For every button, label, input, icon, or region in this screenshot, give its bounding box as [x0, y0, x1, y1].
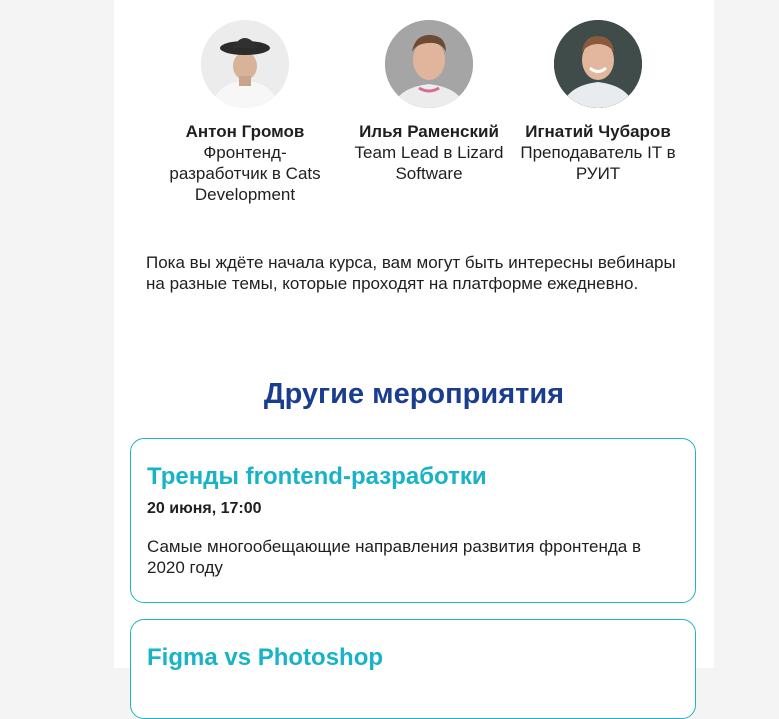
speaker-role: Фронтенд-разработчик в Cats Development	[169, 143, 321, 204]
person-avatar	[385, 20, 473, 108]
person-in-hat-avatar	[201, 20, 289, 108]
speaker-role: Team Lead в Lizard Software	[354, 143, 504, 183]
speaker-role: Преподаватель IT в РУИТ	[520, 143, 676, 183]
speaker-card: Илья Раменский Team Lead в Lizard Softwa…	[339, 20, 519, 184]
intro-text: Пока вы ждёте начала курса, вам могут бы…	[146, 253, 676, 293]
event-description: Самые многообещающие направления развити…	[147, 537, 642, 577]
event-card[interactable]: Figma vs Photoshop	[130, 619, 696, 719]
speaker-name: Игнатий Чубаров	[525, 122, 671, 141]
section-title: Другие мероприятия	[263, 378, 565, 410]
event-card[interactable]: Тренды frontend-разработки 20 июня, 17:0…	[130, 438, 696, 603]
speaker-card: Антон Громов Фронтенд-разработчик в Cats…	[155, 20, 335, 205]
event-title[interactable]: Тренды frontend-разработки	[147, 463, 487, 491]
speaker-card: Игнатий Чубаров Преподаватель IT в РУИТ	[508, 20, 688, 184]
event-date: 20 июня, 17:00	[147, 500, 262, 517]
speaker-name: Илья Раменский	[359, 122, 499, 141]
person-smiling-avatar	[554, 20, 642, 108]
speaker-name: Антон Громов	[185, 122, 305, 141]
